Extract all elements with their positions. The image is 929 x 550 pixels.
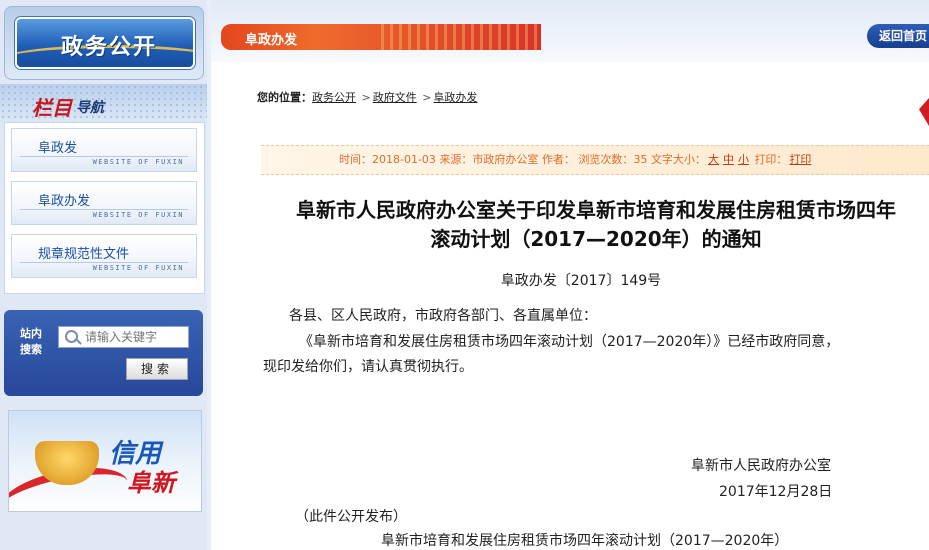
back-home-button[interactable]: 返回首页 <box>867 24 929 48</box>
nav-header: 栏目 导航 <box>0 84 207 122</box>
print-link[interactable]: 打印 <box>789 153 811 166</box>
document-title: 阜新市人民政府办公室关于印发阜新市培育和发展住房租赁市场四年 滚动计划（2017… <box>251 196 929 254</box>
document-addressee: 各县、区人民政府，市政府各部门、各直属单位： <box>289 308 597 324</box>
document-body-line-2: 现印发给你们，请认真贯彻执行。 <box>263 359 473 375</box>
nav-item-divider <box>20 209 188 210</box>
nav-item-label: 阜政办发 <box>38 194 91 209</box>
breadcrumb-link-fuzhengbanfa[interactable]: 阜政办发 <box>433 91 477 104</box>
font-size-medium-link[interactable]: 中 <box>723 153 734 166</box>
nav-item-subtitle: WEBSITE OF FUXIN <box>92 211 184 219</box>
building-arches-decoration <box>381 24 541 50</box>
document-sign-date: 2017年12月28日 <box>719 484 833 500</box>
document-number: 阜政办发〔2017〕149号 <box>500 273 662 289</box>
red-corner-decoration <box>919 98 929 126</box>
site-search-label: 站内搜索 <box>20 327 42 356</box>
breadcrumb: 您的位置：政务公开 > 政府文件 > 阜政办发 <box>257 89 477 105</box>
search-button[interactable]: 搜索 <box>126 358 188 380</box>
meta-source-label: 来源： <box>439 153 473 166</box>
article-meta-bar: 时间：2018-01-03 来源：市政府办公室 作者： 浏览次数：35 文字大小… <box>261 145 929 175</box>
nav-item-label: 规章规范性文件 <box>38 247 130 262</box>
meta-views: 35 <box>633 153 648 166</box>
nav-item-divider <box>20 262 188 263</box>
nav-title-sub: 导航 <box>76 100 104 116</box>
gov-open-banner-image: 政务公开 <box>15 17 195 69</box>
meta-views-label: 浏览次数： <box>578 153 634 166</box>
main-content: 阜政办发 返回首页 您的位置：政务公开 > 政府文件 > 阜政办发 时间：2018-… <box>211 0 929 550</box>
article-meta: 时间：2018-01-03 来源：市政府办公室 作者： 浏览次数：35 文字大小… <box>339 146 813 174</box>
meta-fontsize-label: 文字大小： <box>650 153 706 166</box>
left-sidebar: 政务公开 栏目 导航 阜政发 WEBSITE OF FUXIN 阜政办发 WEB… <box>0 0 207 550</box>
section-tab-label: 阜政办发 <box>245 33 298 48</box>
document-title-line-2: 滚动计划（2017—2020年）的通知 <box>430 227 762 251</box>
breadcrumb-separator: > <box>361 91 371 104</box>
site-search-box: 站内搜索 搜索 <box>4 310 203 396</box>
credit-fuxin-banner[interactable]: 信用 阜新 <box>8 410 202 512</box>
nav-list: 阜政发 WEBSITE OF FUXIN 阜政办发 WEBSITE OF FUX… <box>4 122 205 294</box>
search-icon <box>65 330 78 343</box>
credit-banner-text-2: 阜新 <box>127 469 175 497</box>
nav-item-fuzhengfa[interactable]: 阜政发 WEBSITE OF FUXIN <box>11 128 197 172</box>
document-attachment-title: 阜新市培育和发展住房租赁市场四年滚动计划（2017—2020年） <box>381 533 789 549</box>
font-size-small-link[interactable]: 小 <box>738 153 749 166</box>
document-body-line-1: 《阜新市培育和发展住房租赁市场四年滚动计划（2017—2020年）》已经市政府同… <box>299 334 840 350</box>
nav-item-subtitle: WEBSITE OF FUXIN <box>92 264 184 272</box>
gov-open-banner-title: 政务公开 <box>61 34 158 60</box>
breadcrumb-link-gov-open[interactable]: 政务公开 <box>312 91 356 104</box>
nav-item-label: 阜政发 <box>38 141 78 156</box>
meta-time-label: 时间： <box>339 153 372 166</box>
section-tab[interactable]: 阜政办发 <box>221 24 541 50</box>
top-bar: 阜政办发 返回首页 <box>211 0 929 62</box>
search-input[interactable] <box>85 328 185 346</box>
document-title-line-1: 阜新市人民政府办公室关于印发阜新市培育和发展住房租赁市场四年 <box>296 198 896 222</box>
meta-time: 2018-01-03 <box>372 153 436 166</box>
meta-print-label: 打印： <box>754 153 788 166</box>
meta-author-label: 作者： <box>541 153 575 166</box>
nav-title-main: 栏目 <box>32 96 72 120</box>
nav-item-divider <box>20 156 188 157</box>
breadcrumb-separator: > <box>422 91 432 104</box>
nav-item-subtitle: WEBSITE OF FUXIN <box>92 158 184 166</box>
breadcrumb-link-gov-docs[interactable]: 政府文件 <box>373 91 417 104</box>
font-size-large-link[interactable]: 大 <box>708 153 719 166</box>
meta-source: 市政府办公室 <box>472 153 539 166</box>
breadcrumb-prefix: 您的位置： <box>257 91 312 104</box>
document-sign-org: 阜新市人民政府办公室 <box>691 458 831 474</box>
gov-open-banner[interactable]: 政务公开 <box>4 6 204 80</box>
nav-item-fuzhengbanfa[interactable]: 阜政办发 WEBSITE OF FUXIN <box>11 181 197 225</box>
document-public-note: （此件公开发布） <box>295 509 407 525</box>
search-input-wrapper[interactable] <box>58 326 189 348</box>
nav-item-regulations[interactable]: 规章规范性文件 WEBSITE OF FUXIN <box>11 234 197 278</box>
